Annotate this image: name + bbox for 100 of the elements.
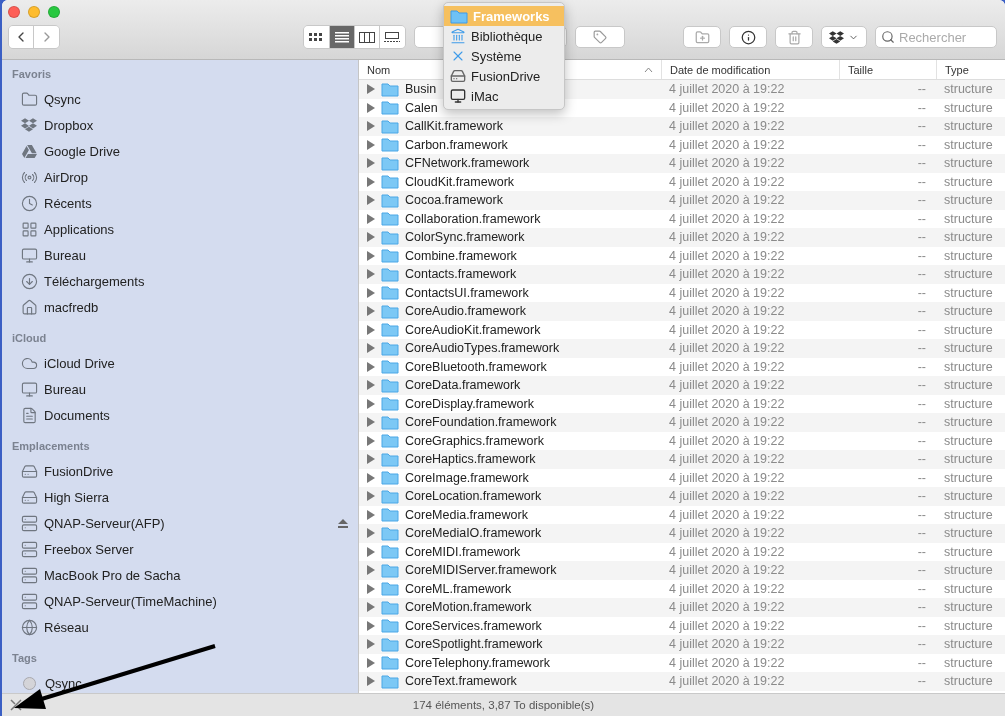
file-name: CloudKit.framework (405, 174, 515, 189)
file-name: CoreText.framework (405, 674, 517, 689)
date-cell-text: 4 juillet 2020 à 19:22 (668, 433, 786, 448)
disclosure-triangle-icon[interactable] (367, 639, 375, 650)
type-cell-text: structure (943, 396, 994, 411)
disclosure-triangle-icon[interactable] (367, 232, 375, 243)
menu-item[interactable]: Système (444, 46, 564, 66)
date-cell-text: 4 juillet 2020 à 19:22 (668, 618, 786, 633)
disclosure-triangle-icon[interactable] (367, 102, 375, 113)
search-icon (881, 30, 895, 44)
date-cell-text: 4 juillet 2020 à 19:22 (668, 674, 786, 689)
view-button[interactable] (329, 26, 355, 48)
disclosure-triangle-icon[interactable] (367, 343, 375, 354)
sidebar-item[interactable]: AirDrop (12, 164, 358, 190)
size-cell-text: -- (916, 285, 927, 300)
disclosure-triangle-icon[interactable] (367, 583, 375, 594)
server-icon (20, 592, 38, 610)
disclosure-triangle-icon[interactable] (367, 509, 375, 520)
sidebar-item[interactable]: Documents (12, 402, 358, 428)
disclosure-triangle-icon[interactable] (367, 398, 375, 409)
column-header[interactable]: Nom (367, 63, 391, 76)
disclosure-triangle-icon[interactable] (367, 620, 375, 631)
column-header[interactable]: Type (945, 63, 969, 76)
disclosure-triangle-icon[interactable] (367, 676, 375, 687)
disclosure-triangle-icon[interactable] (367, 491, 375, 502)
size-cell-text: -- (916, 137, 927, 152)
eject-icon[interactable] (338, 518, 348, 528)
file-name: CoreGraphics.framework (405, 433, 544, 448)
disclosure-triangle-icon[interactable] (367, 454, 375, 465)
date-cell-text: 4 juillet 2020 à 19:22 (668, 359, 786, 374)
type-cell-text: structure (943, 637, 994, 652)
disclosure-triangle-icon[interactable] (367, 546, 375, 557)
view-button[interactable] (304, 26, 330, 48)
close-button[interactable] (8, 6, 20, 18)
disclosure-triangle-icon[interactable] (367, 121, 375, 132)
view-button[interactable] (379, 26, 405, 48)
sidebar-item[interactable]: Google Drive (12, 138, 358, 164)
disclosure-triangle-icon[interactable] (367, 417, 375, 428)
sidebar-item[interactable]: QNAP-Serveur(TimeMachine) (12, 588, 358, 614)
disclosure-triangle-icon[interactable] (367, 176, 375, 187)
disclosure-triangle-icon[interactable] (367, 139, 375, 150)
sidebar-item[interactable]: FusionDrive (12, 458, 358, 484)
type-cell-text: structure (943, 563, 994, 578)
dropbox-button[interactable] (821, 26, 867, 48)
tag-icon (592, 30, 607, 44)
menu-item[interactable]: FusionDrive (444, 66, 564, 86)
sidebar-item[interactable]: QNAP-Serveur(AFP) (12, 510, 358, 536)
file-name: CoreMIDIServer.framework (405, 563, 557, 578)
sidebar-item[interactable]: Freebox Server (12, 536, 358, 562)
disclosure-triangle-icon[interactable] (367, 565, 375, 576)
disclosure-triangle-icon[interactable] (367, 602, 375, 613)
sidebar-item[interactable]: Récents (12, 190, 358, 216)
disclosure-triangle-icon[interactable] (367, 361, 375, 372)
sidebar-item[interactable]: Bureau (12, 242, 358, 268)
sidebar-item[interactable]: Applications (12, 216, 358, 242)
view-button[interactable] (354, 26, 380, 48)
date-cell-text: 4 juillet 2020 à 19:22 (668, 230, 786, 245)
document-icon (20, 406, 38, 424)
disclosure-triangle-icon[interactable] (367, 250, 375, 261)
sidebar-item[interactable]: Téléchargements (12, 268, 358, 294)
disclosure-triangle-icon[interactable] (367, 287, 375, 298)
date-cell-text: 4 juillet 2020 à 19:22 (668, 526, 786, 541)
date-cell-text: 4 juillet 2020 à 19:22 (668, 174, 786, 189)
column-header[interactable]: Taille (848, 63, 874, 76)
disclosure-triangle-icon[interactable] (367, 213, 375, 224)
back-button[interactable] (9, 26, 35, 48)
globe-icon (20, 618, 38, 636)
disclosure-triangle-icon[interactable] (367, 528, 375, 539)
sidebar-item[interactable]: MacBook Pro de Sacha (12, 562, 358, 588)
column-header[interactable]: Date de modification (670, 63, 771, 76)
disclosure-triangle-icon[interactable] (367, 306, 375, 317)
sidebar-item[interactable]: Réseau (12, 614, 358, 640)
disclosure-triangle-icon[interactable] (367, 380, 375, 391)
disclosure-triangle-icon[interactable] (367, 195, 375, 206)
sidebar-item[interactable]: Dropbox (12, 112, 358, 138)
clock-icon (20, 194, 38, 212)
zoom-button[interactable] (48, 6, 60, 18)
folder-icon (450, 8, 468, 24)
disclosure-triangle-icon[interactable] (367, 269, 375, 280)
disclosure-triangle-icon[interactable] (367, 158, 375, 169)
menu-item[interactable]: iMac (444, 86, 564, 106)
sidebar-item[interactable]: iCloud Drive (12, 350, 358, 376)
disclosure-triangle-icon[interactable] (367, 324, 375, 335)
size-cell-text: -- (916, 304, 927, 319)
sidebar-item[interactable]: High Sierra (12, 484, 358, 510)
info-button[interactable] (729, 26, 767, 48)
size-cell-text: -- (916, 248, 927, 263)
disclosure-triangle-icon[interactable] (367, 435, 375, 446)
tag-button[interactable] (574, 26, 625, 48)
sidebar-item[interactable]: macfredb (12, 294, 358, 320)
trash-button[interactable] (775, 26, 813, 48)
disclosure-triangle-icon[interactable] (367, 84, 375, 95)
disclosure-triangle-icon[interactable] (367, 472, 375, 483)
search-field[interactable]: Rechercher (875, 26, 997, 48)
date-cell-text: 4 juillet 2020 à 19:22 (668, 600, 786, 615)
sidebar-item[interactable]: Bureau (12, 376, 358, 402)
sidebar-item[interactable]: Qsync (12, 86, 358, 112)
menu-item[interactable]: Bibliothèque (444, 26, 564, 46)
new-folder-button[interactable] (683, 26, 721, 48)
disclosure-triangle-icon[interactable] (367, 657, 375, 668)
